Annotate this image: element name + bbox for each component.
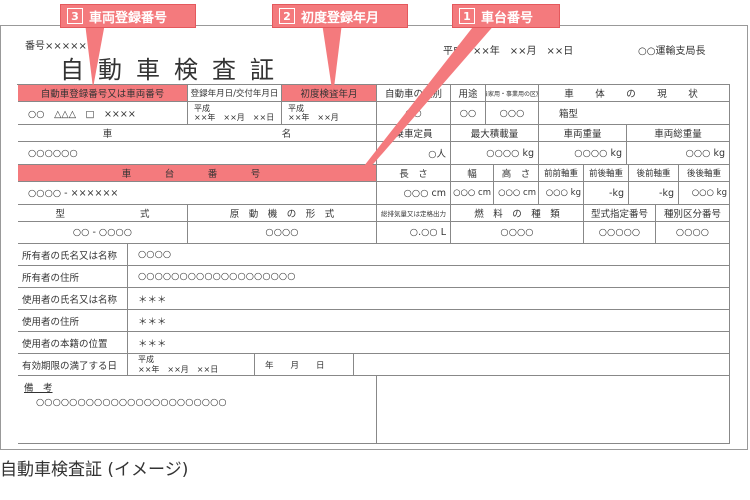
expiry-blank-date: 年 月 日 xyxy=(255,354,354,376)
owner-name-value: ○○○○ xyxy=(128,244,730,266)
user-name-value: ＊＊＊ xyxy=(128,288,730,310)
expiry-value: 平成 ××年 ××月 ××日 xyxy=(128,354,255,376)
chassis-number-header: 車 台 番 号 xyxy=(18,165,377,182)
owner-address-label: 所有者の住所 xyxy=(18,266,128,288)
category-number-value: ○○○○ xyxy=(656,222,730,244)
car-name-header: 車名 xyxy=(18,125,377,142)
user-domicile-label: 使用者の本籍の位置 xyxy=(18,332,128,354)
rf-axle-value: -kg xyxy=(629,182,679,205)
reg-number-header: 自動車登録番号又は車両番号 xyxy=(18,85,188,102)
gross-weight-header: 車両総重量 xyxy=(627,125,730,142)
capacity-value: ○人 xyxy=(377,142,451,165)
expiry-empty-cell xyxy=(354,354,730,376)
owner-name-label: 所有者の氏名又は名称 xyxy=(18,244,128,266)
model-value: ○○ - ○○○○ xyxy=(18,222,188,244)
body-state-header: 車 体 の 現 状 xyxy=(539,85,730,102)
displacement-header: 総排気量又は定格出力 xyxy=(377,205,451,222)
rr-axle-header: 後後軸重 xyxy=(679,165,730,182)
owner-address-value: ○○○○○○○○○○○○○○○○○○○ xyxy=(128,266,730,288)
ff-axle-header: 前前軸重 xyxy=(539,165,584,182)
gross-weight-value: ○○○ kg xyxy=(627,142,730,165)
remarks-cell: 備 考 ○○○○○○○○○○○○○○○○○○○○○○○ xyxy=(18,376,377,444)
type-designation-value: ○○○○○ xyxy=(584,222,656,244)
remarks-value: ○○○○○○○○○○○○○○○○○○○○○○○ xyxy=(36,397,227,408)
user-name-label: 使用者の氏名又は名称 xyxy=(18,288,128,310)
width-value: ○○○ cm xyxy=(451,182,494,205)
type-designation-header: 型式指定番号 xyxy=(584,205,656,222)
rf-axle-header: 後前軸重 xyxy=(629,165,679,182)
remarks-empty-cell xyxy=(377,376,730,444)
fr-axle-value: -kg xyxy=(584,182,629,205)
fr-axle-header: 前後軸重 xyxy=(584,165,629,182)
callout-chassis-number: 1 車台番号 xyxy=(452,4,560,28)
reg-date-header: 登録年月日/交付年月日 xyxy=(188,85,282,102)
max-load-header: 最大積載量 xyxy=(451,125,539,142)
engine-model-value: ○○○○ xyxy=(188,222,377,244)
callout-first-registration: 2 初度登録年月 xyxy=(272,4,408,28)
first-reg-header: 初度検査年月 xyxy=(282,85,377,102)
car-name-value: ○○○○○○ xyxy=(18,142,377,165)
displacement-value: ○.○○ L xyxy=(377,222,451,244)
certificate-title: 自動車検査証 xyxy=(60,56,288,84)
category-number-header: 種別区分番号 xyxy=(656,205,730,222)
reg-date-value: 平成 ××年 ××月 ××日 xyxy=(188,102,282,125)
max-load-value: ○○○○ kg xyxy=(451,142,539,165)
remarks-label: 備 考 xyxy=(24,383,53,394)
issuing-bureau: ○○運輸支局長 xyxy=(638,46,706,57)
chassis-number-value: ○○○○ - ×××××× xyxy=(18,182,377,205)
height-value: ○○○ cm xyxy=(494,182,539,205)
length-header: 長 さ xyxy=(377,165,451,182)
engine-model-header: 原 動 機 の 形 式 xyxy=(188,205,377,222)
image-caption: 自動車検査証 (イメージ) xyxy=(0,460,189,480)
capacity-header: 乗車定員 xyxy=(377,125,451,142)
user-address-label: 使用者の住所 xyxy=(18,310,128,332)
user-address-value: ＊＊＊ xyxy=(128,310,730,332)
ff-axle-value: ○○○ kg xyxy=(539,182,584,205)
fuel-type-value: ○○○○ xyxy=(451,222,584,244)
weight-header: 車両重量 xyxy=(539,125,627,142)
weight-value: ○○○○ kg xyxy=(539,142,627,165)
use-value: ○○ xyxy=(451,102,486,125)
model-header: 型式 xyxy=(18,205,188,222)
business-header: 自家用・事業用の区別 xyxy=(486,85,539,102)
body-state-value: 箱型 xyxy=(539,102,730,125)
width-header: 幅 xyxy=(451,165,494,182)
expiry-label: 有効期限の満了する日 xyxy=(18,354,128,376)
height-header: 高 さ xyxy=(494,165,539,182)
certificate-grid: 自動車登録番号又は車両番号 登録年月日/交付年月日 初度検査年月 自動車の種別 … xyxy=(17,84,730,444)
callout-registration-number: 3 車両登録番号 xyxy=(60,4,196,28)
business-value: ○○○ xyxy=(486,102,539,125)
certificate-number: 番号×××××× xyxy=(25,41,96,52)
user-domicile-value: ＊＊＊ xyxy=(128,332,730,354)
vehicle-kind-value: ○○ xyxy=(377,102,451,125)
vehicle-kind-header: 自動車の種別 xyxy=(377,85,451,102)
fuel-type-header: 燃 料 の 種 類 xyxy=(451,205,584,222)
rr-axle-value: ○○○ kg xyxy=(679,182,730,205)
first-reg-value: 平成 ××年 ××月 xyxy=(282,102,377,125)
use-header: 用途 xyxy=(451,85,486,102)
length-value: ○○○ cm xyxy=(377,182,451,205)
issue-date: 平成 ××年 ××月 ××日 xyxy=(443,46,574,57)
reg-number-value: ○○ △△△ □ ×××× xyxy=(18,102,188,125)
